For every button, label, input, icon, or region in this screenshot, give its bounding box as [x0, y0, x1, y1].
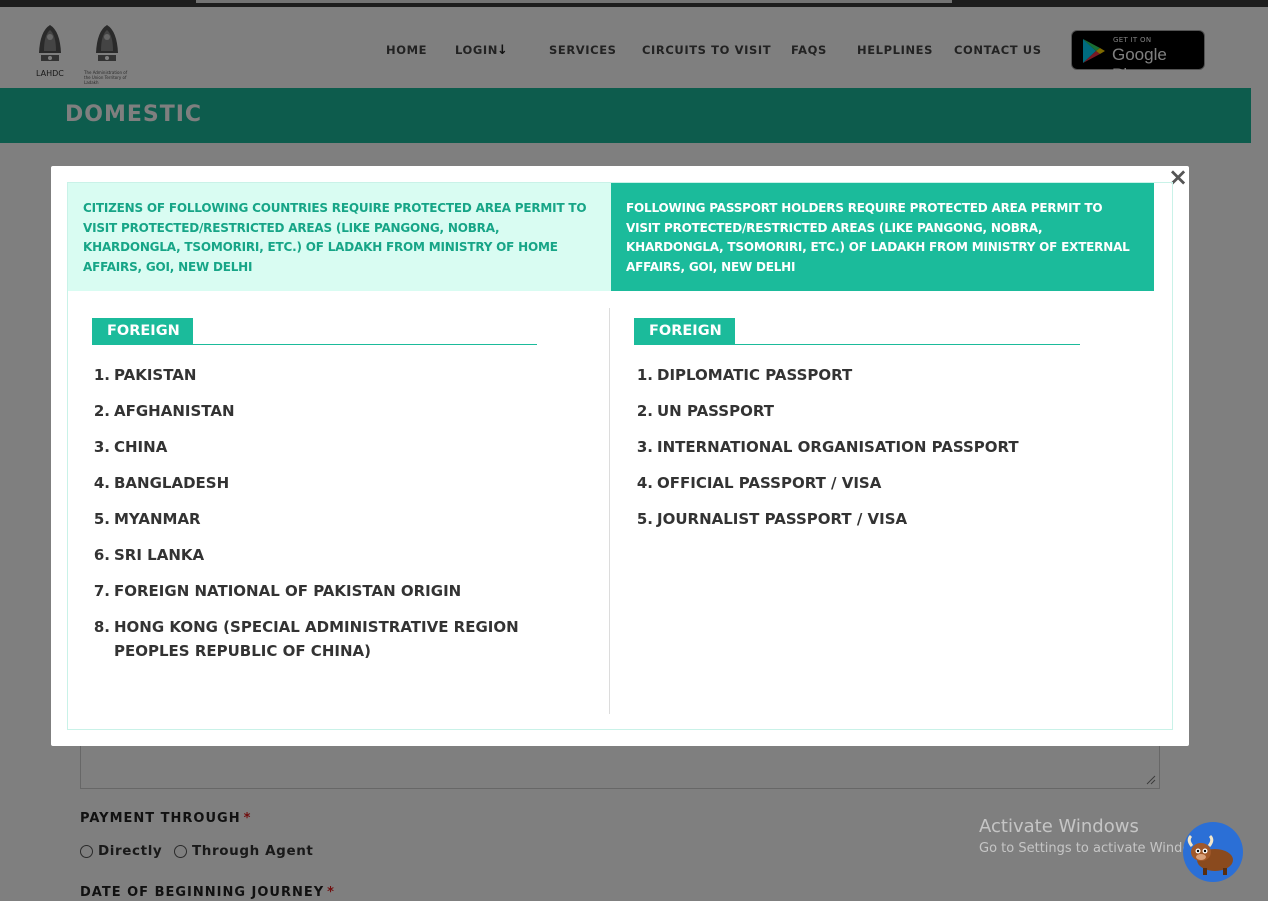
passports-column: FOREIGN 1. DIPLOMATIC PASSPORT 2. UN PASSP… — [611, 308, 1154, 714]
list-number: 7. — [93, 582, 110, 600]
permit-info-modal: × CITIZENS OF FOLLOWING COUNTRIES REQUIR… — [51, 165, 1189, 746]
list-number: 4. — [93, 474, 110, 492]
list-number: 8. — [93, 618, 110, 636]
watermark-line-2: Go to Settings to activate Windows. — [979, 841, 1212, 856]
list-item: 2. AFGHANISTAN — [88, 399, 588, 435]
section-tag-foreign: FOREIGN — [634, 318, 735, 345]
watermark-line-1: Activate Windows — [979, 816, 1139, 837]
list-text: OFFICIAL PASSPORT / VISA — [657, 474, 882, 492]
section-header: FOREIGN — [92, 318, 537, 345]
list-number: 2. — [636, 402, 653, 420]
list-text: CHINA — [114, 438, 168, 456]
list-number: 1. — [93, 366, 110, 384]
passports-list: 1. DIPLOMATIC PASSPORT 2. UN PASSPORT 3. IN… — [631, 363, 1131, 543]
list-item: 5. JOURNALIST PASSPORT / VISA — [631, 507, 1131, 543]
countries-column: FOREIGN 1. PAKISTAN 2. AFGHANISTAN 3. CHINA… — [68, 308, 610, 714]
mea-permit-heading: FOLLOWING PASSPORT HOLDERS REQUIRE PROTE… — [626, 201, 1130, 274]
list-item: 6. SRI LANKA — [88, 543, 588, 579]
list-text: PAKISTAN — [114, 366, 197, 384]
list-item: 4. BANGLADESH — [88, 471, 588, 507]
list-number: 5. — [93, 510, 110, 528]
list-text: MYANMAR — [114, 510, 201, 528]
list-number: 3. — [636, 438, 653, 456]
list-text: FOREIGN NATIONAL OF PAKISTAN ORIGIN — [114, 582, 462, 600]
modal-content: CITIZENS OF FOLLOWING COUNTRIES REQUIRE … — [67, 182, 1173, 730]
list-number: 3. — [93, 438, 110, 456]
yak-chatbot-icon[interactable] — [1183, 822, 1243, 882]
list-text: JOURNALIST PASSPORT / VISA — [657, 510, 908, 528]
list-item: 2. UN PASSPORT — [631, 399, 1131, 435]
list-item: 1. PAKISTAN — [88, 363, 588, 399]
list-number: 5. — [636, 510, 653, 528]
list-number: 4. — [636, 474, 653, 492]
countries-list: 1. PAKISTAN 2. AFGHANISTAN 3. CHINA 4. BANGL… — [88, 363, 588, 675]
section-header: FOREIGN — [634, 318, 1080, 345]
list-item: 7. FOREIGN NATIONAL OF PAKISTAN ORIGIN — [88, 579, 588, 615]
list-text: UN PASSPORT — [657, 402, 774, 420]
list-text: DIPLOMATIC PASSPORT — [657, 366, 853, 384]
list-item: 3. CHINA — [88, 435, 588, 471]
list-text: SRI LANKA — [114, 546, 205, 564]
list-item: 8. HONG KONG (SPECIAL ADMINISTRATIVE REGI… — [88, 615, 588, 675]
windows-activation-watermark: Activate Windows Go to Settings to activ… — [979, 816, 1212, 856]
list-number: 6. — [93, 546, 110, 564]
mha-permit-heading: CITIZENS OF FOLLOWING COUNTRIES REQUIRE … — [83, 201, 587, 274]
mha-permit-heading-box: CITIZENS OF FOLLOWING COUNTRIES REQUIRE … — [68, 183, 611, 291]
list-text: BANGLADESH — [114, 474, 230, 492]
list-item: 1. DIPLOMATIC PASSPORT — [631, 363, 1131, 399]
list-text: INTERNATIONAL ORGANISATION PASSPORT — [657, 438, 1019, 456]
list-item: 5. MYANMAR — [88, 507, 588, 543]
list-text: HONG KONG (SPECIAL ADMINISTRATIVE REGION… — [114, 618, 519, 660]
list-number: 2. — [93, 402, 110, 420]
list-text: AFGHANISTAN — [114, 402, 235, 420]
list-number: 1. — [636, 366, 653, 384]
section-tag-foreign: FOREIGN — [92, 318, 193, 345]
list-item: 3. INTERNATIONAL ORGANISATION PASSPORT — [631, 435, 1131, 471]
list-item: 4. OFFICIAL PASSPORT / VISA — [631, 471, 1131, 507]
mea-permit-heading-box: FOLLOWING PASSPORT HOLDERS REQUIRE PROTE… — [611, 183, 1154, 291]
